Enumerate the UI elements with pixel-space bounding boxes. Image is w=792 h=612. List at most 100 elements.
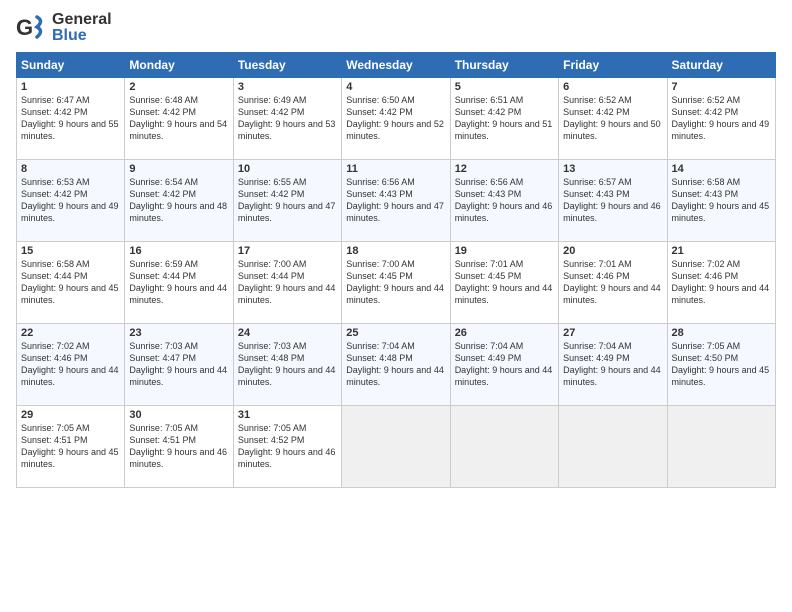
weekday-header-thursday: Thursday [450,53,558,78]
weekday-header-saturday: Saturday [667,53,775,78]
calendar-cell: 23 Sunrise: 7:03 AM Sunset: 4:47 PM Dayl… [125,324,233,406]
calendar-cell: 24 Sunrise: 7:03 AM Sunset: 4:48 PM Dayl… [233,324,341,406]
calendar-cell: 30 Sunrise: 7:05 AM Sunset: 4:51 PM Dayl… [125,406,233,488]
day-number: 8 [21,163,120,175]
weekday-header-sunday: Sunday [17,53,125,78]
calendar-cell: 22 Sunrise: 7:02 AM Sunset: 4:46 PM Dayl… [17,324,125,406]
day-info: Sunrise: 7:05 AM Sunset: 4:52 PM Dayligh… [238,423,336,469]
calendar-cell: 5 Sunrise: 6:51 AM Sunset: 4:42 PM Dayli… [450,78,558,160]
calendar-cell: 15 Sunrise: 6:58 AM Sunset: 4:44 PM Dayl… [17,242,125,324]
day-info: Sunrise: 6:56 AM Sunset: 4:43 PM Dayligh… [455,177,553,223]
calendar-cell: 2 Sunrise: 6:48 AM Sunset: 4:42 PM Dayli… [125,78,233,160]
calendar-week-5: 29 Sunrise: 7:05 AM Sunset: 4:51 PM Dayl… [17,406,776,488]
day-info: Sunrise: 7:01 AM Sunset: 4:46 PM Dayligh… [563,259,661,305]
calendar-cell: 1 Sunrise: 6:47 AM Sunset: 4:42 PM Dayli… [17,78,125,160]
day-number: 10 [238,163,337,175]
calendar-week-1: 1 Sunrise: 6:47 AM Sunset: 4:42 PM Dayli… [17,78,776,160]
day-info: Sunrise: 7:00 AM Sunset: 4:45 PM Dayligh… [346,259,444,305]
day-number: 5 [455,81,554,93]
day-number: 19 [455,245,554,257]
day-number: 24 [238,327,337,339]
calendar-cell: 11 Sunrise: 6:56 AM Sunset: 4:43 PM Dayl… [342,160,450,242]
day-info: Sunrise: 6:48 AM Sunset: 4:42 PM Dayligh… [129,95,227,141]
day-info: Sunrise: 6:54 AM Sunset: 4:42 PM Dayligh… [129,177,227,223]
day-info: Sunrise: 6:53 AM Sunset: 4:42 PM Dayligh… [21,177,119,223]
calendar-cell: 20 Sunrise: 7:01 AM Sunset: 4:46 PM Dayl… [559,242,667,324]
day-info: Sunrise: 7:03 AM Sunset: 4:48 PM Dayligh… [238,341,336,387]
day-number: 12 [455,163,554,175]
day-number: 16 [129,245,228,257]
day-info: Sunrise: 6:59 AM Sunset: 4:44 PM Dayligh… [129,259,227,305]
day-number: 15 [21,245,120,257]
day-number: 31 [238,409,337,421]
day-info: Sunrise: 7:00 AM Sunset: 4:44 PM Dayligh… [238,259,336,305]
calendar-cell: 26 Sunrise: 7:04 AM Sunset: 4:49 PM Dayl… [450,324,558,406]
day-info: Sunrise: 6:55 AM Sunset: 4:42 PM Dayligh… [238,177,336,223]
calendar-cell: 25 Sunrise: 7:04 AM Sunset: 4:48 PM Dayl… [342,324,450,406]
day-number: 13 [563,163,662,175]
day-number: 9 [129,163,228,175]
day-info: Sunrise: 7:05 AM Sunset: 4:50 PM Dayligh… [672,341,770,387]
calendar-cell: 18 Sunrise: 7:00 AM Sunset: 4:45 PM Dayl… [342,242,450,324]
calendar-cell: 16 Sunrise: 6:59 AM Sunset: 4:44 PM Dayl… [125,242,233,324]
day-info: Sunrise: 7:02 AM Sunset: 4:46 PM Dayligh… [21,341,119,387]
day-info: Sunrise: 6:56 AM Sunset: 4:43 PM Dayligh… [346,177,444,223]
calendar-cell [342,406,450,488]
calendar-week-2: 8 Sunrise: 6:53 AM Sunset: 4:42 PM Dayli… [17,160,776,242]
day-number: 27 [563,327,662,339]
calendar-cell: 3 Sunrise: 6:49 AM Sunset: 4:42 PM Dayli… [233,78,341,160]
day-number: 21 [672,245,771,257]
day-info: Sunrise: 6:49 AM Sunset: 4:42 PM Dayligh… [238,95,336,141]
calendar-cell: 29 Sunrise: 7:05 AM Sunset: 4:51 PM Dayl… [17,406,125,488]
calendar-week-3: 15 Sunrise: 6:58 AM Sunset: 4:44 PM Dayl… [17,242,776,324]
day-info: Sunrise: 7:04 AM Sunset: 4:48 PM Dayligh… [346,341,444,387]
calendar-cell: 4 Sunrise: 6:50 AM Sunset: 4:42 PM Dayli… [342,78,450,160]
day-info: Sunrise: 7:04 AM Sunset: 4:49 PM Dayligh… [455,341,553,387]
day-number: 25 [346,327,445,339]
calendar-table: SundayMondayTuesdayWednesdayThursdayFrid… [16,52,776,488]
calendar-week-4: 22 Sunrise: 7:02 AM Sunset: 4:46 PM Dayl… [17,324,776,406]
calendar-cell: 6 Sunrise: 6:52 AM Sunset: 4:42 PM Dayli… [559,78,667,160]
day-number: 26 [455,327,554,339]
day-number: 7 [672,81,771,93]
weekday-header-friday: Friday [559,53,667,78]
day-number: 28 [672,327,771,339]
day-info: Sunrise: 6:47 AM Sunset: 4:42 PM Dayligh… [21,95,119,141]
day-number: 1 [21,81,120,93]
day-number: 18 [346,245,445,257]
day-info: Sunrise: 6:52 AM Sunset: 4:42 PM Dayligh… [563,95,661,141]
calendar-cell: 13 Sunrise: 6:57 AM Sunset: 4:43 PM Dayl… [559,160,667,242]
day-info: Sunrise: 7:04 AM Sunset: 4:49 PM Dayligh… [563,341,661,387]
calendar-cell: 28 Sunrise: 7:05 AM Sunset: 4:50 PM Dayl… [667,324,775,406]
day-number: 2 [129,81,228,93]
day-info: Sunrise: 6:50 AM Sunset: 4:42 PM Dayligh… [346,95,444,141]
logo: G General Blue [16,12,112,44]
day-number: 17 [238,245,337,257]
day-info: Sunrise: 6:58 AM Sunset: 4:43 PM Dayligh… [672,177,770,223]
header: G General Blue [16,12,776,44]
day-info: Sunrise: 6:51 AM Sunset: 4:42 PM Dayligh… [455,95,553,141]
day-number: 29 [21,409,120,421]
day-number: 3 [238,81,337,93]
calendar-cell [450,406,558,488]
day-number: 20 [563,245,662,257]
day-number: 22 [21,327,120,339]
weekday-header-wednesday: Wednesday [342,53,450,78]
calendar-cell: 8 Sunrise: 6:53 AM Sunset: 4:42 PM Dayli… [17,160,125,242]
calendar-cell: 10 Sunrise: 6:55 AM Sunset: 4:42 PM Dayl… [233,160,341,242]
day-number: 14 [672,163,771,175]
day-number: 6 [563,81,662,93]
calendar-cell [667,406,775,488]
calendar-cell: 14 Sunrise: 6:58 AM Sunset: 4:43 PM Dayl… [667,160,775,242]
day-number: 30 [129,409,228,421]
calendar-cell: 31 Sunrise: 7:05 AM Sunset: 4:52 PM Dayl… [233,406,341,488]
calendar-cell: 19 Sunrise: 7:01 AM Sunset: 4:45 PM Dayl… [450,242,558,324]
weekday-header-tuesday: Tuesday [233,53,341,78]
calendar-cell: 17 Sunrise: 7:00 AM Sunset: 4:44 PM Dayl… [233,242,341,324]
svg-text:G: G [16,15,33,40]
weekday-header-monday: Monday [125,53,233,78]
day-number: 23 [129,327,228,339]
calendar-cell: 7 Sunrise: 6:52 AM Sunset: 4:42 PM Dayli… [667,78,775,160]
page: G General Blue SundayMondayTuesdayWednes… [0,0,792,612]
day-info: Sunrise: 7:05 AM Sunset: 4:51 PM Dayligh… [129,423,227,469]
